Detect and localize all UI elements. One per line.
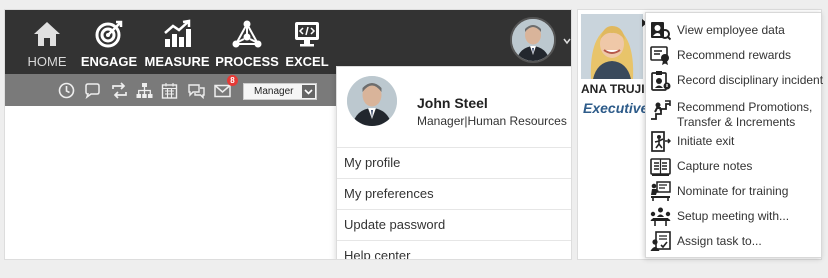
- nav-engage[interactable]: ENGAGE: [81, 10, 137, 74]
- main-app-panel: HOME ENGAGE MEASURE PROCESS EXCEL 8 Mana…: [4, 9, 572, 260]
- home-icon: [34, 22, 60, 46]
- nav-home[interactable]: HOME: [25, 10, 69, 74]
- screen: HOME ENGAGE MEASURE PROCESS EXCEL 8 Mana…: [0, 0, 828, 278]
- action-label: Nominate for training: [677, 184, 789, 198]
- refresh-icon[interactable]: [111, 82, 128, 99]
- action-view-employee-data[interactable]: View employee data: [646, 20, 821, 45]
- role-select[interactable]: Manager: [243, 83, 317, 100]
- top-navigation-bar: HOME ENGAGE MEASURE PROCESS EXCEL: [5, 10, 571, 74]
- chart-icon: [164, 19, 191, 47]
- action-setup-meeting[interactable]: Setup meeting with...: [646, 206, 821, 231]
- action-capture-notes[interactable]: Capture notes: [646, 156, 821, 181]
- select-arrow[interactable]: [302, 85, 315, 98]
- profile-dropdown: John Steel Manager|Human Resources My pr…: [336, 66, 571, 259]
- profile-role: Manager|Human Resources: [417, 114, 567, 128]
- chat-icon[interactable]: [84, 82, 101, 99]
- action-label: Initiate exit: [677, 134, 735, 148]
- assign-task-icon: [650, 231, 671, 251]
- action-label: View employee data: [677, 23, 785, 37]
- comments-icon[interactable]: [188, 82, 205, 99]
- mail-badge: 8: [227, 75, 238, 86]
- training-icon: [651, 181, 671, 201]
- target-icon: [95, 20, 123, 48]
- promotion-icon: [651, 100, 671, 120]
- exit-icon: [651, 131, 671, 152]
- action-label: Assign task to...: [677, 234, 762, 248]
- action-recommend-promotions[interactable]: Recommend Promotions, Transfer & Increme…: [646, 97, 821, 131]
- action-label: Capture notes: [677, 159, 753, 173]
- meeting-icon: [650, 207, 671, 226]
- menu-item-help-center[interactable]: Help center: [337, 240, 571, 259]
- employee-title: Executive: [583, 100, 649, 116]
- network-icon: [232, 20, 262, 48]
- employee-photo[interactable]: [581, 14, 643, 79]
- action-nominate-for-training[interactable]: Nominate for training: [646, 181, 821, 206]
- role-select-value: Manager: [254, 86, 294, 97]
- nav-measure[interactable]: MEASURE: [144, 10, 210, 74]
- org-chart-icon[interactable]: [136, 82, 153, 99]
- user-avatar-button[interactable]: [510, 17, 556, 63]
- code-monitor-icon: [295, 22, 319, 47]
- notes-icon: [650, 158, 671, 176]
- action-record-disciplinary-incident[interactable]: Record disciplinary incident: [646, 70, 824, 95]
- menu-item-update-password[interactable]: Update password: [337, 209, 571, 240]
- action-label-line2: Transfer & Increments: [677, 115, 796, 129]
- action-recommend-rewards[interactable]: Recommend rewards: [646, 45, 821, 70]
- employee-data-icon: [651, 22, 671, 41]
- chevron-down-icon: [304, 89, 313, 95]
- nav-process-label: PROCESS: [215, 54, 279, 69]
- calendar-icon[interactable]: [161, 82, 178, 99]
- menu-item-my-profile[interactable]: My profile: [337, 147, 571, 178]
- nav-home-label: HOME: [27, 54, 67, 69]
- employee-action-menu: View employee data Recommend rewards Rec…: [645, 12, 824, 258]
- chevron-down-icon[interactable]: [563, 37, 571, 45]
- avatar: [512, 19, 554, 61]
- action-label: Recommend Promotions,: [677, 100, 813, 114]
- nav-excel-label: EXCEL: [285, 54, 329, 69]
- nav-measure-label: MEASURE: [144, 54, 210, 69]
- action-label: Recommend rewards: [677, 48, 792, 62]
- rewards-icon: [650, 46, 669, 65]
- nav-engage-label: ENGAGE: [80, 54, 138, 69]
- nav-process[interactable]: PROCESS: [215, 10, 279, 74]
- profile-name: John Steel: [417, 95, 488, 111]
- clipboard-icon: [651, 71, 671, 91]
- action-assign-task[interactable]: Assign task to...: [646, 231, 821, 256]
- nav-excel[interactable]: EXCEL: [285, 10, 329, 74]
- action-label: Setup meeting with...: [677, 209, 790, 223]
- action-initiate-exit[interactable]: Initiate exit: [646, 131, 821, 156]
- action-label: Record disciplinary incident: [677, 73, 824, 87]
- menu-item-my-preferences[interactable]: My preferences: [337, 178, 571, 209]
- profile-avatar: [347, 76, 397, 126]
- clock-icon[interactable]: [58, 82, 75, 99]
